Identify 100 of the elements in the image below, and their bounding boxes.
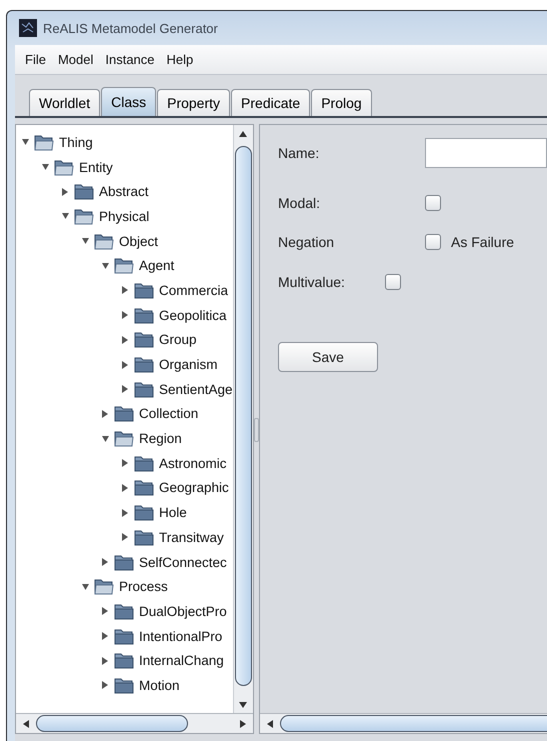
tree-item[interactable]: Agent: [139, 258, 174, 274]
horizontal-scrollbar[interactable]: [16, 713, 253, 733]
tree-item[interactable]: Geographic: [159, 480, 229, 496]
tree-item[interactable]: Group: [159, 332, 197, 348]
folder-icon: [34, 134, 54, 151]
folder-icon: [134, 479, 154, 496]
collapse-arrow-icon[interactable]: [62, 212, 69, 220]
expand-arrow-icon[interactable]: [102, 656, 109, 665]
scroll-down-arrow-icon[interactable]: [239, 702, 248, 708]
folder-icon: [94, 232, 114, 250]
folder-icon: [74, 183, 94, 200]
folder-icon: [114, 405, 134, 422]
collapse-arrow-icon[interactable]: [82, 582, 89, 591]
tab[interactable]: Prolog: [311, 89, 372, 116]
field-label: Negation: [278, 234, 336, 250]
horizontal-scrollbar[interactable]: [260, 713, 547, 733]
folder-icon: [114, 652, 134, 670]
tree-item[interactable]: InternalChang: [139, 653, 224, 668]
expand-arrow-icon[interactable]: [102, 632, 109, 640]
tree-item[interactable]: Astronomic: [159, 456, 227, 471]
folder-icon: [114, 676, 134, 694]
divider-grip[interactable]: [254, 418, 259, 442]
folder-icon: [134, 454, 154, 472]
folder-icon: [134, 331, 154, 348]
folder-icon: [134, 306, 154, 324]
expand-arrow-icon[interactable]: [122, 508, 129, 517]
menu-item[interactable]: Help: [166, 52, 194, 67]
tree-item[interactable]: Entity: [79, 160, 113, 175]
folder-icon: [94, 578, 114, 596]
tree-item[interactable]: Physical: [99, 208, 150, 224]
scroll-thumb[interactable]: [36, 715, 188, 732]
menu-item[interactable]: File: [25, 52, 46, 67]
scroll-left-arrow-icon[interactable]: [267, 720, 273, 728]
window-title: ReALIS Metamodel Generator: [43, 20, 218, 36]
expand-arrow-icon[interactable]: [102, 681, 109, 690]
folder-icon: [54, 158, 74, 176]
menu-item[interactable]: Model: [58, 52, 94, 67]
expand-arrow-icon[interactable]: [122, 286, 129, 294]
checkbox-label: As Failure: [451, 234, 514, 250]
tree-item[interactable]: Motion: [139, 678, 180, 693]
folder-icon: [134, 282, 154, 299]
folder-icon: [114, 628, 134, 645]
scroll-up-arrow-icon[interactable]: [239, 130, 248, 136]
folder-icon: [134, 356, 154, 374]
tree-item[interactable]: Process: [119, 579, 168, 594]
tab[interactable]: Class: [101, 87, 156, 116]
expand-arrow-icon[interactable]: [122, 484, 129, 492]
folder-icon: [74, 208, 94, 225]
field-label: Name:: [278, 145, 320, 161]
tree-item[interactable]: Region: [139, 431, 182, 446]
scroll-thumb[interactable]: [234, 146, 252, 686]
expand-arrow-icon[interactable]: [122, 385, 129, 394]
expand-arrow-icon[interactable]: [102, 607, 109, 616]
scroll-left-arrow-icon[interactable]: [23, 720, 29, 728]
tree-item[interactable]: Collection: [139, 406, 198, 422]
folder-icon: [114, 257, 134, 274]
field-label: Modal:: [278, 195, 322, 211]
folder-icon: [114, 554, 134, 571]
folder-icon: [134, 380, 154, 398]
vertical-scrollbar[interactable]: [232, 125, 253, 713]
collapse-arrow-icon[interactable]: [102, 262, 109, 270]
tree-item[interactable]: Thing: [59, 134, 93, 150]
tree-item[interactable]: Abstract: [99, 184, 149, 200]
checkbox[interactable]: [425, 234, 441, 250]
tree-item[interactable]: Commercia: [159, 282, 228, 298]
app-logo-icon: [19, 19, 37, 37]
save-button[interactable]: Save: [278, 342, 378, 372]
tree-item[interactable]: SentientAge: [159, 382, 233, 397]
tab[interactable]: Predicate: [231, 89, 310, 116]
tree-item[interactable]: Transitway: [159, 530, 224, 545]
tree-item[interactable]: SelfConnectec: [139, 554, 227, 570]
collapse-arrow-icon[interactable]: [102, 434, 109, 443]
tree-item[interactable]: Organism: [159, 357, 218, 372]
field-label: Multivalue:: [278, 274, 346, 290]
expand-arrow-icon[interactable]: [122, 336, 129, 344]
collapse-arrow-icon[interactable]: [22, 138, 29, 146]
tree-item[interactable]: Hole: [159, 505, 187, 520]
scroll-thumb[interactable]: [280, 715, 547, 732]
collapse-arrow-icon[interactable]: [82, 237, 89, 246]
expand-arrow-icon[interactable]: [102, 558, 109, 566]
scroll-right-arrow-icon[interactable]: [240, 720, 246, 728]
tab[interactable]: Worldlet: [29, 89, 100, 116]
folder-icon: [134, 504, 154, 522]
menu-item[interactable]: Instance: [105, 52, 155, 67]
expand-arrow-icon[interactable]: [122, 311, 129, 320]
collapse-arrow-icon[interactable]: [42, 163, 49, 172]
tree-item[interactable]: DualObjectPro: [139, 604, 227, 619]
expand-arrow-icon[interactable]: [62, 188, 69, 196]
folder-icon: [114, 602, 134, 620]
expand-arrow-icon[interactable]: [122, 360, 129, 369]
checkbox[interactable]: [385, 274, 401, 290]
tree-item[interactable]: Object: [119, 234, 158, 249]
expand-arrow-icon[interactable]: [122, 459, 129, 468]
expand-arrow-icon[interactable]: [122, 533, 129, 542]
tree-item[interactable]: Geopolitica: [159, 308, 227, 323]
checkbox[interactable]: [425, 195, 441, 211]
expand-arrow-icon[interactable]: [102, 410, 109, 418]
tab[interactable]: Property: [157, 89, 230, 116]
name-field[interactable]: [425, 138, 547, 168]
tree-item[interactable]: IntentionalPro: [139, 628, 222, 644]
